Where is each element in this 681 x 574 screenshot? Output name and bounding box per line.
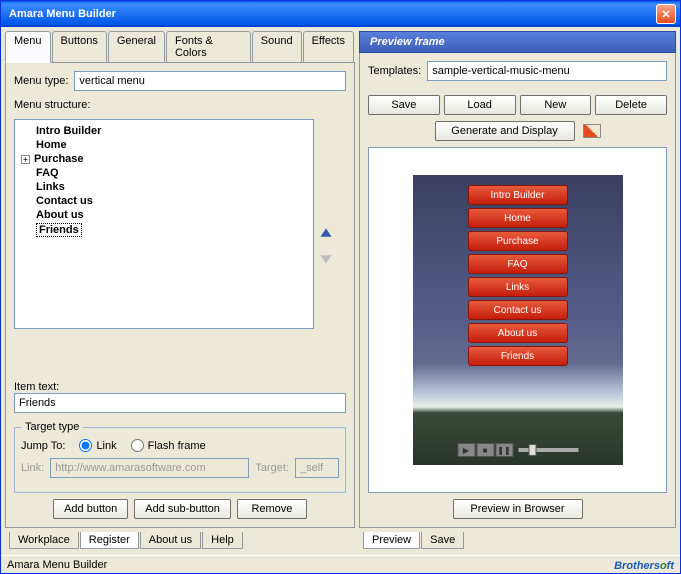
target-input xyxy=(295,458,339,478)
move-up-icon[interactable] xyxy=(318,226,334,242)
target-type-fieldset: Target type Jump To: Link Flash frame Li… xyxy=(14,421,346,493)
tree-item[interactable]: Links xyxy=(19,180,309,194)
tree-item[interactable]: FAQ xyxy=(19,166,309,180)
media-controls: ▶ ■ ❚❚ xyxy=(457,443,578,457)
play-icon[interactable]: ▶ xyxy=(457,443,475,457)
tree-item[interactable]: Friends xyxy=(19,222,309,238)
item-text-label: Item text: xyxy=(14,381,59,393)
menu-type-label: Menu type: xyxy=(14,75,68,87)
tab-register[interactable]: Register xyxy=(80,532,139,549)
close-icon[interactable]: ✕ xyxy=(656,4,676,24)
tab-save[interactable]: Save xyxy=(421,532,464,549)
preview-browser-button[interactable]: Preview in Browser xyxy=(453,499,583,519)
preview-area: Intro Builder Home Purchase FAQ Links Co… xyxy=(368,147,667,493)
preview-menu-item[interactable]: About us xyxy=(468,323,568,343)
templates-input[interactable] xyxy=(427,61,667,81)
tab-about-us[interactable]: About us xyxy=(140,532,201,549)
tab-buttons[interactable]: Buttons xyxy=(52,31,107,62)
preview-menu-item[interactable]: Home xyxy=(468,208,568,228)
templates-label: Templates: xyxy=(368,65,421,77)
jump-to-label: Jump To: xyxy=(21,440,65,452)
expand-icon[interactable]: + xyxy=(21,155,30,164)
add-button[interactable]: Add button xyxy=(53,499,128,519)
tree-item[interactable]: Intro Builder xyxy=(19,124,309,138)
status-text: Amara Menu Builder xyxy=(7,559,107,571)
radio-link[interactable]: Link xyxy=(79,439,116,452)
brothersoft-logo: Brothersoft xyxy=(614,556,674,574)
tab-menu[interactable]: Menu xyxy=(5,31,51,63)
menu-tree[interactable]: Intro Builder Home +Purchase FAQ Links C… xyxy=(14,119,314,329)
color-swatch[interactable] xyxy=(583,124,601,138)
tab-workplace[interactable]: Workplace xyxy=(9,532,79,549)
tab-sound[interactable]: Sound xyxy=(252,31,302,62)
pause-icon[interactable]: ❚❚ xyxy=(495,443,513,457)
move-down-icon[interactable] xyxy=(318,250,334,266)
generate-button[interactable]: Generate and Display xyxy=(435,121,575,141)
tree-item[interactable]: About us xyxy=(19,208,309,222)
delete-button[interactable]: Delete xyxy=(595,95,667,115)
tab-fonts-colors[interactable]: Fonts & Colors xyxy=(166,31,251,62)
tree-item[interactable]: Contact us xyxy=(19,194,309,208)
preview-header: Preview frame xyxy=(359,31,676,53)
preview-menu-item[interactable]: Friends xyxy=(468,346,568,366)
preview-menu-item[interactable]: Purchase xyxy=(468,231,568,251)
tab-general[interactable]: General xyxy=(108,31,165,62)
main-tabs: Menu Buttons General Fonts & Colors Soun… xyxy=(5,31,355,63)
load-button[interactable]: Load xyxy=(444,95,516,115)
preview-menu-item[interactable]: FAQ xyxy=(468,254,568,274)
target-type-legend: Target type xyxy=(21,421,83,433)
preview-menu-item[interactable]: Intro Builder xyxy=(468,185,568,205)
preview-menu-item[interactable]: Links xyxy=(468,277,568,297)
menu-structure-label: Menu structure: xyxy=(14,99,90,111)
tab-help[interactable]: Help xyxy=(202,532,243,549)
save-button[interactable]: Save xyxy=(368,95,440,115)
radio-flash-frame[interactable]: Flash frame xyxy=(131,439,206,452)
tab-effects[interactable]: Effects xyxy=(303,31,354,62)
stop-icon[interactable]: ■ xyxy=(476,443,494,457)
menu-type-input[interactable] xyxy=(74,71,346,91)
item-text-input[interactable] xyxy=(14,393,346,413)
link-input xyxy=(50,458,249,478)
tree-item[interactable]: Home xyxy=(19,138,309,152)
preview-menu-item[interactable]: Contact us xyxy=(468,300,568,320)
titlebar: Amara Menu Builder ✕ xyxy=(1,1,680,27)
seek-slider[interactable] xyxy=(518,448,578,452)
tree-item[interactable]: +Purchase xyxy=(19,152,309,166)
link-field-label: Link: xyxy=(21,462,44,474)
flash-preview: Intro Builder Home Purchase FAQ Links Co… xyxy=(413,175,623,465)
tab-preview[interactable]: Preview xyxy=(363,532,420,549)
window-title: Amara Menu Builder xyxy=(5,8,656,20)
new-button[interactable]: New xyxy=(520,95,592,115)
target-field-label: Target: xyxy=(255,462,289,474)
add-sub-button[interactable]: Add sub-button xyxy=(134,499,231,519)
remove-button[interactable]: Remove xyxy=(237,499,307,519)
